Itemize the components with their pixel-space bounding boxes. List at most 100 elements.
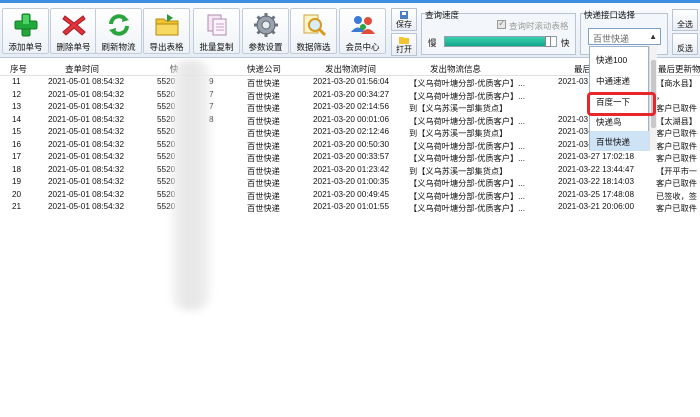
cell-last-update: 【开平市一 — [656, 166, 697, 176]
cell-ship-info: 【义乌荷叶塘分部-优质客户】... — [409, 79, 525, 88]
add-number-button[interactable]: 添加单号 — [2, 8, 49, 54]
batch-copy-label: 批量复制 — [199, 42, 234, 52]
save-icon — [400, 11, 408, 19]
batch-copy-button[interactable]: 批量复制 — [193, 8, 240, 54]
select-all-button[interactable]: 全选 — [672, 9, 698, 31]
column-header-ship-time[interactable]: 发出物流时间 — [325, 63, 376, 75]
cell-query-time: 2021-05-01 08:54:32 — [48, 127, 125, 136]
cell-index: 20 — [12, 189, 22, 199]
cell-last-update: 客户已取件 — [656, 154, 697, 163]
cell-ship-info: 【义乌荷叶塘分部-优质客户】... — [409, 141, 525, 151]
member-center-button[interactable]: 会员中心 — [339, 8, 386, 54]
cell-ship-info: 【义乌荷叶塘分部-优质客户】... — [409, 154, 525, 163]
cell-ship-info: 【义乌荷叶塘分部-优质客户】... — [409, 116, 525, 126]
cell-last-time: 2021-03-25 17:48:08 — [558, 189, 635, 199]
cell-ship-time: 2021-03-20 01:23:42 — [313, 164, 390, 174]
cell-query-time: 2021-05-01 08:54:32 — [48, 89, 125, 99]
open-folder-icon — [399, 37, 409, 44]
column-header-ship-info[interactable]: 发出物流信息 — [430, 63, 481, 75]
cell-last-update: 客户已取件 — [656, 104, 697, 113]
autoscroll-checkbox[interactable] — [497, 18, 506, 29]
cell-tracking-suffix: 7 — [209, 89, 214, 99]
column-header-index[interactable]: 序号 — [10, 63, 27, 75]
cell-query-time: 2021-05-01 08:54:32 — [48, 152, 125, 161]
cell-last-update: 客户已取件 — [656, 204, 697, 213]
cell-index: 11 — [12, 77, 21, 86]
cell-tracking-suffix: 9 — [209, 77, 214, 86]
dropdown-item-zhongtong[interactable]: 中通速递 — [590, 70, 650, 90]
refresh-logistics-button[interactable]: 刷新物流 — [95, 8, 142, 54]
folder-icon — [155, 14, 178, 36]
plus-icon — [14, 13, 37, 37]
cell-ship-time: 2021-03-20 01:01:55 — [313, 202, 390, 211]
cell-tracking-suffix: 7 — [209, 102, 214, 111]
chevron-down-icon[interactable]: ▲ — [649, 32, 657, 41]
magnifier-icon — [303, 14, 326, 37]
cell-courier: 百世快递 — [247, 104, 280, 113]
cell-query-time: 2021-05-01 08:54:32 — [48, 139, 125, 149]
query-speed-title: 查询速度 — [425, 10, 460, 20]
cell-query-time: 2021-05-01 08:54:32 — [48, 189, 125, 199]
delete-number-label: 删除单号 — [56, 42, 91, 52]
export-table-button[interactable]: 导出表格 — [143, 8, 190, 54]
cell-query-time: 2021-05-01 08:54:32 — [48, 114, 125, 124]
cell-last-update: 【商水县】 — [656, 79, 697, 88]
cell-ship-info: 【义乌荷叶塘分部-优质客户】... — [409, 204, 525, 213]
api-select-title: 快递接口选择 — [584, 10, 636, 20]
column-header-last-update[interactable]: 最后更新物 — [658, 63, 700, 75]
cell-ship-time: 2021-03-20 00:50:30 — [313, 139, 390, 149]
column-header-query-time[interactable]: 查单时间 — [65, 63, 99, 75]
cell-ship-info: 到【义乌苏溪一部集货点】 — [409, 166, 508, 176]
cell-index: 16 — [12, 139, 22, 149]
cell-last-update: 客户已取件 — [656, 141, 697, 151]
cell-courier: 百世快递 — [247, 129, 280, 138]
table-row[interactable]: 19 2021-05-01 08:54:32 5520 百世快递 2021-03-20 … — [0, 176, 700, 188]
table-row[interactable]: 21 2021-05-01 08:54:32 5520 百世快递 2021-03-20 … — [0, 201, 700, 213]
add-number-label: 添加单号 — [8, 42, 43, 52]
dropdown-item-kuaidi100[interactable]: 快递100 — [590, 49, 650, 69]
cell-ship-time: 2021-03-20 00:49:45 — [313, 189, 390, 199]
open-button[interactable]: 打开 — [391, 33, 417, 56]
parameter-settings-button[interactable]: 参数设置 — [242, 8, 289, 54]
cell-courier: 百世快递 — [247, 191, 280, 201]
dropdown-item-baishi[interactable]: 百世快递 — [590, 131, 650, 151]
cell-ship-info: 【义乌荷叶塘分部-优质客户】... — [409, 191, 525, 201]
cell-query-time: 2021-05-01 08:54:32 — [48, 77, 125, 86]
table-row[interactable]: 17 2021-05-01 08:54:32 5520 百世快递 2021-03-20 … — [0, 151, 700, 163]
delete-x-icon — [61, 15, 86, 36]
cell-last-update: ， — [656, 91, 665, 101]
cell-courier: 百世快递 — [247, 79, 280, 88]
speed-slider-thumb[interactable] — [545, 36, 552, 47]
cell-courier: 百世快递 — [247, 179, 280, 188]
column-header-courier[interactable]: 快递公司 — [247, 63, 281, 75]
member-center-label: 会员中心 — [345, 42, 380, 52]
cell-last-update: 【太湖县】 — [656, 116, 697, 126]
speed-slider[interactable] — [444, 36, 557, 47]
cell-ship-time: 2021-03-20 00:34:27 — [313, 89, 390, 99]
cell-ship-time: 2021-03-20 02:12:46 — [313, 127, 390, 136]
cell-query-time: 2021-05-01 08:54:32 — [48, 164, 125, 174]
table-row[interactable]: 18 2021-05-01 08:54:32 5520 百世快递 2021-03-20 … — [0, 164, 700, 176]
refresh-logistics-label: 刷新物流 — [101, 42, 136, 52]
delete-number-button[interactable]: 删除单号 — [50, 8, 97, 54]
cell-ship-time: 2021-03-20 00:01:06 — [313, 114, 390, 124]
cell-index: 12 — [12, 89, 22, 99]
cell-query-time: 2021-05-01 08:54:32 — [48, 177, 125, 186]
save-button[interactable]: 保存 — [391, 8, 417, 31]
data-filter-button[interactable]: 数据筛选 — [290, 8, 337, 54]
data-filter-label: 数据筛选 — [296, 42, 331, 52]
invert-selection-button[interactable]: 反选 — [672, 33, 698, 55]
cell-ship-info: 【义乌荷叶塘分部-优质客户】... — [409, 91, 525, 101]
speed-slow-label: 慢 — [428, 38, 437, 48]
cell-ship-info: 【义乌荷叶塘分部-优质客户】... — [409, 179, 525, 188]
cell-courier: 百世快递 — [247, 116, 280, 126]
cell-query-time: 2021-05-01 08:54:32 — [48, 202, 125, 211]
api-select-value: 百世快递 — [593, 34, 630, 44]
table-row[interactable]: 20 2021-05-01 08:54:32 5520 百世快递 2021-03-20 … — [0, 189, 700, 201]
cell-last-time: 2021-03-22 18:14:03 — [558, 177, 635, 186]
speed-fast-label: 快 — [561, 38, 570, 48]
cell-index: 13 — [12, 102, 22, 111]
cell-index: 15 — [12, 127, 22, 136]
api-select-combobox[interactable]: 百世快递 ▲ — [588, 28, 661, 45]
refresh-icon — [108, 14, 129, 36]
